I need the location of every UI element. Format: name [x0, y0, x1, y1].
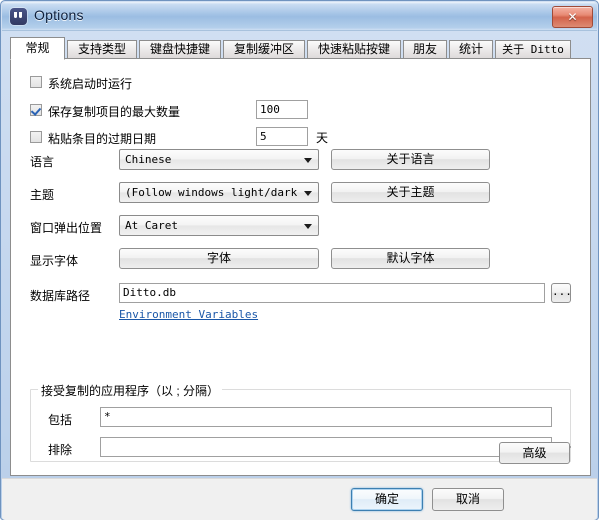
- about-theme-button[interactable]: 关于主题: [331, 182, 490, 203]
- options-dialog-window: Options ✕ 常规 支持类型 键盘快捷键 复制缓冲区 快速粘贴按键 朋友 …: [0, 0, 599, 520]
- exclude-label: 排除: [48, 443, 73, 457]
- language-dropdown[interactable]: Chinese: [119, 149, 319, 170]
- browse-database-path-button[interactable]: ...: [551, 283, 572, 303]
- default-font-button[interactable]: 默认字体: [331, 248, 490, 269]
- window-position-dropdown-value: At Caret: [125, 219, 178, 232]
- chevron-down-icon: [304, 191, 312, 196]
- chevron-down-icon: [304, 224, 312, 229]
- close-icon: ✕: [567, 10, 578, 24]
- tab-label: 统计: [458, 42, 483, 56]
- max-copies-checkbox[interactable]: [30, 104, 42, 116]
- language-dropdown-value: Chinese: [125, 153, 172, 166]
- tab-supported-types[interactable]: 支持类型: [67, 40, 137, 59]
- tab-label: 常规: [25, 41, 50, 55]
- expire-date-checkbox[interactable]: [30, 131, 42, 143]
- tab-copy-buffers[interactable]: 复制缓冲区: [223, 40, 305, 59]
- max-copies-label[interactable]: 保存复制项目的最大数量: [48, 103, 180, 120]
- accepted-apps-groupbox-title: 接受复制的应用程序（以 ; 分隔）: [38, 382, 223, 399]
- expire-date-label[interactable]: 粘贴条目的过期日期: [48, 130, 156, 147]
- about-language-button[interactable]: 关于语言: [331, 149, 490, 170]
- expire-days-unit-label: 天: [316, 131, 329, 145]
- tab-about-ditto[interactable]: 关于 Ditto: [495, 40, 571, 59]
- font-button[interactable]: 字体: [119, 248, 319, 269]
- tab-friends[interactable]: 朋友: [403, 40, 447, 59]
- tab-general[interactable]: 常规: [10, 37, 65, 60]
- tab-label: 关于 Ditto: [502, 43, 564, 56]
- tab-label: 快速粘贴按键: [317, 42, 390, 56]
- tab-label: 朋友: [412, 42, 437, 56]
- database-path-label: 数据库路径: [30, 289, 91, 303]
- run-on-startup-label[interactable]: 系统启动时运行: [48, 75, 132, 92]
- tab-label: 支持类型: [77, 42, 126, 56]
- theme-dropdown[interactable]: (Follow windows light/dark th: [119, 182, 319, 203]
- title-bar[interactable]: Options ✕: [2, 2, 597, 31]
- tab-label: 复制缓冲区: [233, 42, 294, 56]
- include-label: 包括: [48, 413, 73, 427]
- window-position-label: 窗口弹出位置: [30, 221, 103, 235]
- ditto-quote-icon: [10, 8, 27, 25]
- environment-variables-link[interactable]: Environment Variables: [119, 308, 258, 321]
- theme-dropdown-value: (Follow windows light/dark th: [125, 186, 298, 199]
- exclude-apps-input[interactable]: [100, 437, 552, 457]
- chevron-down-icon: [304, 158, 312, 163]
- language-label: 语言: [30, 155, 55, 169]
- window-position-dropdown[interactable]: At Caret: [119, 215, 319, 236]
- run-on-startup-checkbox[interactable]: [30, 76, 42, 88]
- cancel-button[interactable]: 取消: [432, 488, 504, 511]
- display-font-label: 显示字体: [30, 254, 79, 268]
- general-tab-page: 系统启动时运行 保存复制项目的最大数量 100 粘贴条目的过期日期 5 天 语言…: [10, 58, 591, 476]
- expire-days-input[interactable]: 5: [256, 127, 308, 146]
- tab-keyboard-shortcuts[interactable]: 键盘快捷键: [139, 40, 221, 59]
- ok-button[interactable]: 确定: [351, 488, 423, 511]
- tab-bar: 常规 支持类型 键盘快捷键 复制缓冲区 快速粘贴按键 朋友 统计 关于 Ditt…: [10, 37, 591, 60]
- advanced-button[interactable]: 高级: [499, 442, 570, 464]
- tab-quick-paste-keys[interactable]: 快速粘贴按键: [307, 40, 401, 59]
- tab-statistics[interactable]: 统计: [449, 40, 493, 59]
- theme-label: 主题: [30, 188, 55, 202]
- dialog-footer: 确定 取消: [2, 478, 597, 520]
- include-apps-input[interactable]: *: [100, 407, 552, 427]
- database-path-input[interactable]: Ditto.db: [119, 283, 545, 303]
- tab-label: 键盘快捷键: [149, 42, 210, 56]
- close-button[interactable]: ✕: [552, 6, 593, 28]
- max-copies-input[interactable]: 100: [256, 100, 308, 119]
- window-title: Options: [34, 7, 84, 23]
